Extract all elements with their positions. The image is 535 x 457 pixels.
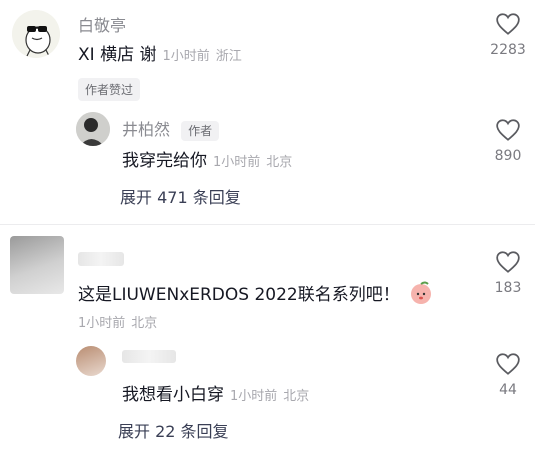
heart-outline-icon[interactable] (495, 12, 521, 36)
expand-replies-button[interactable]: 展开 22 条回复 (118, 418, 229, 442)
reply-content: 我穿完给你 (122, 151, 207, 171)
reply-like-count: 890 (494, 148, 522, 164)
reply-like-button[interactable] (478, 118, 535, 146)
cartoon-duck-icon (12, 10, 60, 58)
comment-location: 浙江 (215, 49, 242, 64)
comment-time: 1小时前 (78, 316, 126, 331)
comment-text: XI 横店 谢 1小时前 浙江 (78, 40, 242, 65)
reply-avatar[interactable] (76, 346, 106, 376)
avatar[interactable] (10, 236, 64, 294)
comment-author-hidden (78, 252, 124, 266)
expand-replies-button[interactable]: 展开 471 条回复 (120, 184, 241, 208)
comment-text: 这是LIUWENxERDOS 2022联名系列吧！ (78, 280, 433, 305)
reply-time: 1小时前 (230, 389, 278, 404)
reply-avatar[interactable] (76, 112, 110, 146)
like-button[interactable] (478, 12, 535, 40)
reply-author-hidden (122, 350, 176, 363)
comment-content: XI 横店 谢 (78, 45, 157, 65)
heart-outline-icon[interactable] (495, 352, 521, 376)
reply-time: 1小时前 (213, 155, 261, 170)
reply-header: 井柏然 作者 (122, 116, 220, 141)
like-count: 183 (494, 280, 522, 296)
reply-author[interactable]: 井柏然 (122, 120, 170, 139)
reply-location: 北京 (283, 389, 310, 404)
comment-divider (0, 224, 535, 225)
reply-like-count: 44 (499, 382, 517, 398)
comment-content: 这是LIUWENxERDOS 2022联名系列吧！ (78, 285, 400, 305)
reply-content: 我想看小白穿 (122, 385, 224, 405)
heart-outline-icon[interactable] (495, 250, 521, 274)
comment-location: 北京 (131, 316, 158, 331)
peach-face-emoji-icon (411, 281, 432, 304)
comment-author[interactable]: 白敬亭 (78, 12, 126, 36)
comment-time: 1小时前 (162, 49, 210, 64)
reply-text: 我想看小白穿 1小时前 北京 (122, 380, 309, 405)
reply-like-button[interactable] (478, 352, 535, 380)
avatar[interactable] (12, 10, 60, 58)
avatar-blurred (10, 236, 64, 294)
author-liked-tag: 作者赞过 (78, 78, 141, 101)
heart-outline-icon[interactable] (495, 118, 521, 142)
like-count: 2283 (490, 42, 526, 58)
author-badge: 作者 (181, 121, 220, 141)
reply-text: 我穿完给你 1小时前 北京 (122, 146, 292, 171)
like-button[interactable] (478, 250, 535, 278)
person-photo-icon (76, 112, 110, 146)
comment-meta: 1小时前 北京 (72, 312, 157, 331)
reply-location: 北京 (266, 155, 293, 170)
